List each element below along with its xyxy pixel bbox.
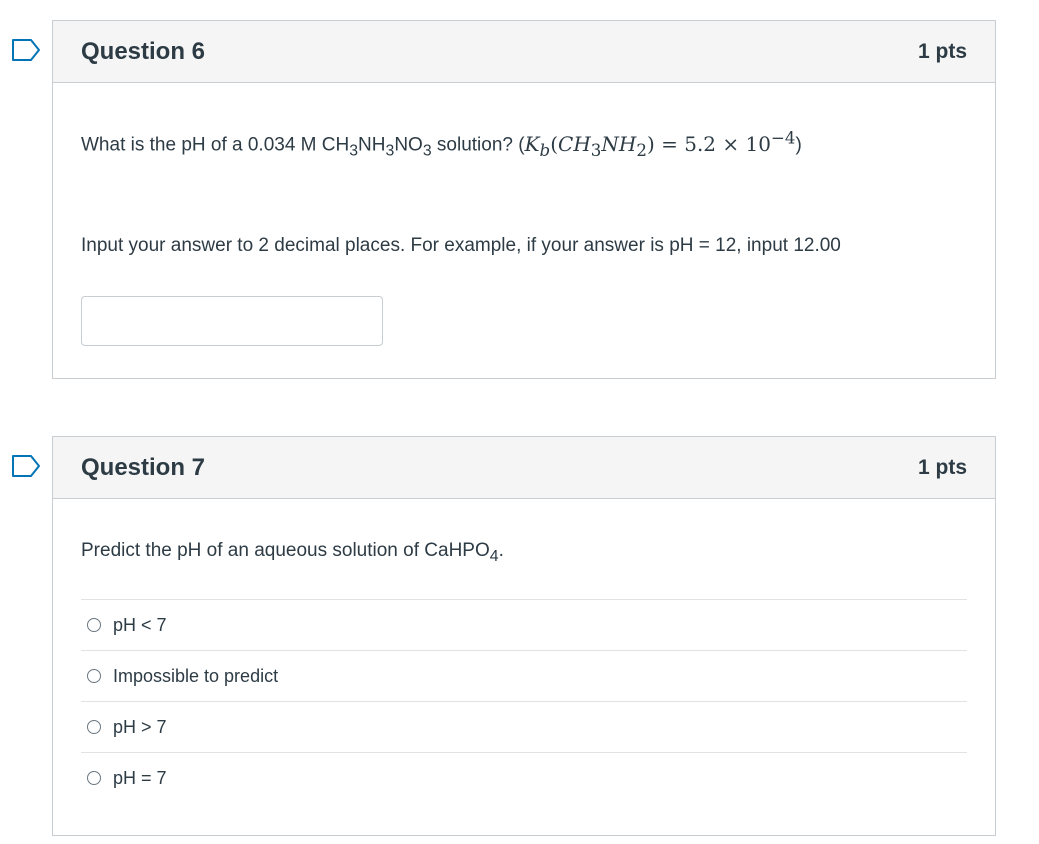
question-6-card: Question 6 1 pts What is the pH of a 0.0… — [52, 20, 996, 379]
answer-options: pH < 7 Impossible to predict pH > 7 pH =… — [81, 599, 967, 803]
math-subscript: b — [539, 140, 551, 160]
answer-option[interactable]: Impossible to predict — [81, 650, 967, 701]
question-body: What is the pH of a 0.034 M CH3NH3NO3 so… — [53, 83, 995, 346]
answer-option[interactable]: pH < 7 — [81, 599, 967, 650]
answer-label[interactable]: pH = 7 — [113, 768, 167, 789]
question-points: 1 pts — [917, 455, 967, 479]
math-superscript: −4 — [770, 128, 796, 147]
answer-instruction: Input your answer to 2 decimal places. F… — [81, 235, 841, 257]
math-symbol: ) = 5.2 × 10 — [646, 131, 771, 156]
question-text-part: NO — [394, 134, 423, 156]
radio-button[interactable] — [87, 669, 101, 684]
question-text-part: ) — [795, 134, 802, 156]
subscript: 3 — [422, 142, 432, 160]
quiz-page: Question 6 1 pts What is the pH of a 0.0… — [0, 0, 1039, 844]
question-text: What is the pH of a 0.034 M CH3NH3NO3 so… — [81, 83, 967, 162]
flag-question-icon[interactable] — [11, 454, 41, 478]
question-text-part: NH — [358, 134, 386, 156]
question-header: Question 6 1 pts — [53, 21, 995, 83]
answer-label[interactable]: Impossible to predict — [113, 666, 278, 687]
question-text-part: What is the pH of a 0.034 M CH — [81, 134, 350, 156]
math-symbol: ( — [550, 131, 559, 156]
question-text-part: . — [498, 540, 504, 561]
radio-button[interactable] — [87, 771, 101, 786]
math-symbol: K — [524, 131, 540, 156]
math-subscript: 2 — [636, 140, 647, 160]
radio-button[interactable] — [87, 720, 101, 735]
question-text-part: Predict the pH of an aqueous solution of… — [81, 540, 490, 561]
math-expression: Kb(CH3NH2) = 5.2 × 10−4 — [524, 128, 796, 160]
question-points: 1 pts — [917, 39, 967, 63]
subscript: 3 — [349, 142, 359, 160]
question-text-part: solution? ( — [431, 134, 525, 156]
question-body: Predict the pH of an aqueous solution of… — [53, 499, 995, 803]
math-subscript: 3 — [590, 140, 602, 160]
answer-input[interactable] — [81, 295, 383, 346]
subscript: 4 — [489, 547, 499, 565]
flag-question-icon[interactable] — [11, 38, 41, 62]
question-title: Question 7 — [81, 453, 206, 481]
question-title: Question 6 — [81, 37, 206, 65]
question-7-card: Question 7 1 pts Predict the pH of an aq… — [52, 436, 996, 836]
subscript: 3 — [385, 142, 395, 160]
math-symbol: NH — [601, 131, 637, 156]
question-header: Question 7 1 pts — [53, 437, 995, 499]
answer-label[interactable]: pH < 7 — [113, 615, 167, 636]
question-text: Predict the pH of an aqueous solution of… — [81, 499, 967, 567]
answer-option[interactable]: pH > 7 — [81, 701, 967, 752]
math-symbol: CH — [558, 131, 591, 156]
answer-option[interactable]: pH = 7 — [81, 752, 967, 803]
answer-label[interactable]: pH > 7 — [113, 717, 167, 738]
radio-button[interactable] — [87, 618, 101, 633]
